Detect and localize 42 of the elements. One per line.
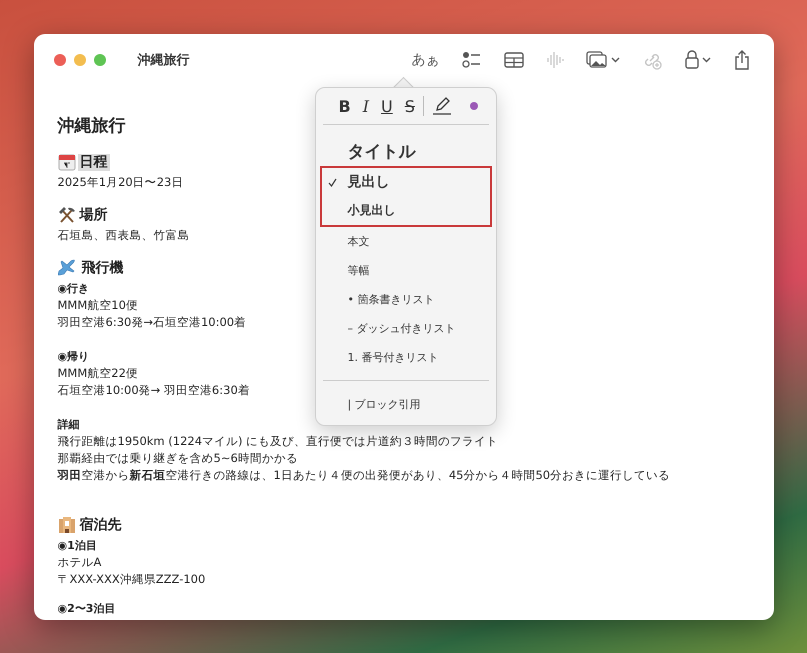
section-heading: 日程 xyxy=(78,154,110,170)
menu-item[interactable]: | ブロック引用 xyxy=(316,390,496,419)
section-heading: 場所 xyxy=(78,206,108,224)
section-heading: 宿泊先 xyxy=(78,516,122,534)
body-text: 2025年1月20日〜23日 xyxy=(58,174,184,191)
italic-button[interactable]: I xyxy=(356,96,376,116)
window-title: 沖縄旅行 xyxy=(138,52,190,69)
menu-item[interactable]: 本文 xyxy=(316,227,496,256)
body-text: 那覇経由では乗り継ぎを含め5~6時間かかる xyxy=(58,450,298,467)
menu-item[interactable]: • 箇条書きリスト xyxy=(316,285,496,314)
body-text: 羽田空港6:30発→石垣空港10:00着 xyxy=(58,314,246,331)
hotel-building-icon xyxy=(58,516,76,534)
body-text: MMM航空10便 xyxy=(58,297,138,314)
menu-item[interactable]: タイトル xyxy=(316,136,496,166)
menu-item[interactable]: 等幅 xyxy=(316,256,496,285)
body-text: 羽田空港から新石垣空港行きの路線は、1日あたり４便の出発便があり、45分から４時間50分おきに運行している xyxy=(58,467,670,484)
underline-button[interactable]: U xyxy=(375,96,399,116)
menu-item[interactable]: – ダッシュ付きリスト xyxy=(316,314,496,343)
format-button[interactable]: あぁ xyxy=(408,49,444,71)
subheading: ◉1泊目 xyxy=(58,538,97,554)
subheading: ◉2〜3泊目 xyxy=(58,601,116,617)
menu-item[interactable]: 小見出し xyxy=(322,196,490,225)
calendar-icon xyxy=(58,153,76,171)
subheading: ◉行き xyxy=(58,281,90,297)
note-title: 沖縄旅行 xyxy=(58,115,126,138)
body-text: 石垣空港10:00発→ 羽田空港6:30着 xyxy=(58,382,250,399)
body-text: 石垣島、西表島、竹富島 xyxy=(58,227,190,244)
section-heading: 飛行機 xyxy=(80,260,124,276)
color-dot xyxy=(470,102,478,110)
strike-button[interactable]: S xyxy=(398,96,421,116)
menu-item[interactable]: 1. 番号付きリスト xyxy=(316,343,496,372)
bold-button[interactable]: B xyxy=(332,96,357,116)
body-text: 〒XXX-XXX沖縄県ZZZ-100 xyxy=(58,571,206,588)
body-text: ホテルA xyxy=(58,554,102,571)
subheading: 詳細 xyxy=(58,417,80,433)
close-button[interactable] xyxy=(54,54,66,66)
body-text: MMM航空22便 xyxy=(58,365,138,382)
menu-item[interactable]: 見出し xyxy=(322,168,490,196)
checkmark-icon xyxy=(328,178,336,186)
body-text: 飛行距離は1950km (1224マイル) にも及び、直行便では片道約３時間のフライト xyxy=(58,433,498,450)
hammer-and-pick-icon xyxy=(58,206,76,224)
subheading: ◉帰り xyxy=(58,349,90,365)
